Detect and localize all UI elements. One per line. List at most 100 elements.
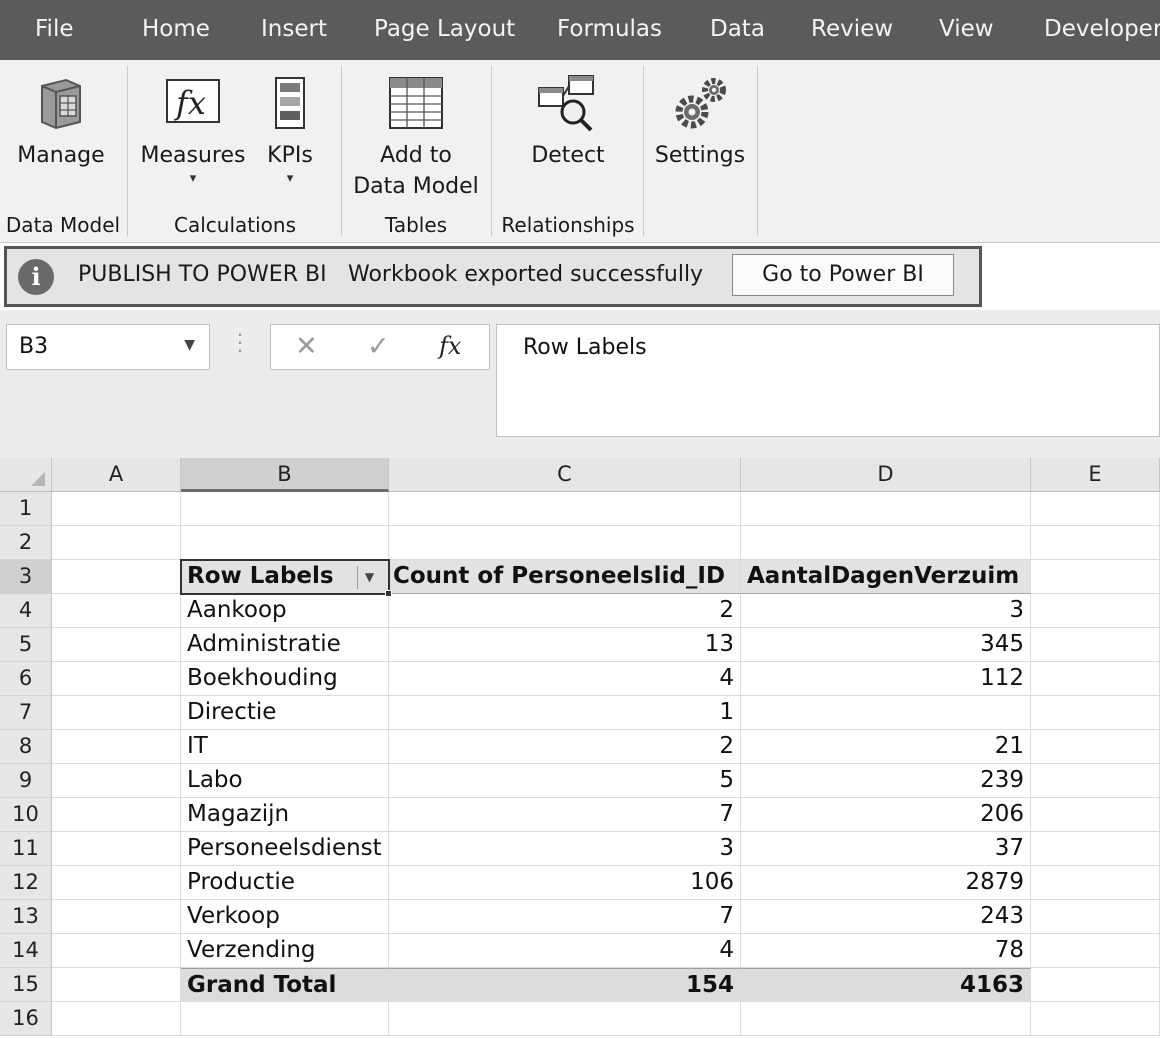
cell-e10[interactable] xyxy=(1031,798,1160,832)
row-header-10[interactable]: 10 xyxy=(0,798,52,832)
cell-c11[interactable]: 3 xyxy=(389,832,741,866)
cell-e2[interactable] xyxy=(1031,526,1160,560)
cell-a5[interactable] xyxy=(52,628,181,662)
settings-button[interactable]: Settings xyxy=(652,74,748,171)
row-header-13[interactable]: 13 xyxy=(0,900,52,934)
row-header-12[interactable]: 12 xyxy=(0,866,52,900)
cell-c12[interactable]: 106 xyxy=(389,866,741,900)
cell-c1[interactable] xyxy=(389,492,741,526)
name-box[interactable]: B3 ▼ xyxy=(6,324,210,370)
cell-b14[interactable]: Verzending xyxy=(181,934,389,968)
cell-a4[interactable] xyxy=(52,594,181,628)
row-header-4[interactable]: 4 xyxy=(0,594,52,628)
cell-c13[interactable]: 7 xyxy=(389,900,741,934)
cell-b13[interactable]: Verkoop xyxy=(181,900,389,934)
tab-insert[interactable]: Insert xyxy=(261,0,327,60)
cell-e3[interactable] xyxy=(1031,560,1160,594)
row-header-8[interactable]: 8 xyxy=(0,730,52,764)
cell-a16[interactable] xyxy=(52,1002,181,1036)
cell-d6[interactable]: 112 xyxy=(741,662,1031,696)
row-header-5[interactable]: 5 xyxy=(0,628,52,662)
row-header-9[interactable]: 9 xyxy=(0,764,52,798)
tab-page-layout[interactable]: Page Layout xyxy=(374,0,515,60)
tab-developer[interactable]: Developer xyxy=(1044,0,1160,60)
go-to-power-bi-button[interactable]: Go to Power BI xyxy=(732,254,954,296)
cell-e9[interactable] xyxy=(1031,764,1160,798)
cell-a8[interactable] xyxy=(52,730,181,764)
tab-review[interactable]: Review xyxy=(811,0,893,60)
cell-d3[interactable]: AantalDagenVerzuim xyxy=(741,560,1031,594)
row-header-16[interactable]: 16 xyxy=(0,1002,52,1036)
cell-b5[interactable]: Administratie xyxy=(181,628,389,662)
cell-d9[interactable]: 239 xyxy=(741,764,1031,798)
check-icon[interactable]: ✓ xyxy=(367,331,390,362)
detect-button[interactable]: Detect xyxy=(506,74,630,171)
cell-d13[interactable]: 243 xyxy=(741,900,1031,934)
cell-d10[interactable]: 206 xyxy=(741,798,1031,832)
cell-b2[interactable] xyxy=(181,526,389,560)
row-header-7[interactable]: 7 xyxy=(0,696,52,730)
measures-button[interactable]: fx Measures ▾ xyxy=(138,74,248,187)
cell-e12[interactable] xyxy=(1031,866,1160,900)
tab-view[interactable]: View xyxy=(939,0,994,60)
cell-d11[interactable]: 37 xyxy=(741,832,1031,866)
cell-e16[interactable] xyxy=(1031,1002,1160,1036)
column-header-b[interactable]: B xyxy=(181,458,389,492)
kpis-button[interactable]: KPIs ▾ xyxy=(256,74,324,187)
cell-e1[interactable] xyxy=(1031,492,1160,526)
cell-a12[interactable] xyxy=(52,866,181,900)
cell-d16[interactable] xyxy=(741,1002,1031,1036)
row-header-14[interactable]: 14 xyxy=(0,934,52,968)
row-header-11[interactable]: 11 xyxy=(0,832,52,866)
cell-a1[interactable] xyxy=(52,492,181,526)
cell-e5[interactable] xyxy=(1031,628,1160,662)
cell-d5[interactable]: 345 xyxy=(741,628,1031,662)
cell-a10[interactable] xyxy=(52,798,181,832)
column-header-c[interactable]: C xyxy=(389,458,741,492)
cell-e8[interactable] xyxy=(1031,730,1160,764)
cell-b1[interactable] xyxy=(181,492,389,526)
formula-input[interactable]: Row Labels xyxy=(496,324,1160,437)
cell-d4[interactable]: 3 xyxy=(741,594,1031,628)
cell-c6[interactable]: 4 xyxy=(389,662,741,696)
cell-e6[interactable] xyxy=(1031,662,1160,696)
cell-d1[interactable] xyxy=(741,492,1031,526)
cell-c9[interactable]: 5 xyxy=(389,764,741,798)
tab-data[interactable]: Data xyxy=(710,0,765,60)
select-all-corner[interactable] xyxy=(0,458,52,492)
cell-c7[interactable]: 1 xyxy=(389,696,741,730)
cell-e11[interactable] xyxy=(1031,832,1160,866)
row-header-1[interactable]: 1 xyxy=(0,492,52,526)
row-header-3[interactable]: 3 xyxy=(0,560,52,594)
tab-formulas[interactable]: Formulas xyxy=(557,0,662,60)
cell-b8[interactable]: IT xyxy=(181,730,389,764)
cell-a9[interactable] xyxy=(52,764,181,798)
column-header-d[interactable]: D xyxy=(741,458,1031,492)
column-header-e[interactable]: E xyxy=(1031,458,1160,492)
cancel-icon[interactable]: ✕ xyxy=(295,331,318,362)
cell-c8[interactable]: 2 xyxy=(389,730,741,764)
cell-b6[interactable]: Boekhouding xyxy=(181,662,389,696)
manage-button[interactable]: Manage xyxy=(6,74,116,171)
cell-c3[interactable]: Count of Personeelslid_ID xyxy=(389,560,741,594)
cell-b10[interactable]: Magazijn xyxy=(181,798,389,832)
cell-b16[interactable] xyxy=(181,1002,389,1036)
cell-e14[interactable] xyxy=(1031,934,1160,968)
row-header-6[interactable]: 6 xyxy=(0,662,52,696)
cell-b7[interactable]: Directie xyxy=(181,696,389,730)
cell-a11[interactable] xyxy=(52,832,181,866)
cell-e15[interactable] xyxy=(1031,968,1160,1002)
cell-a14[interactable] xyxy=(52,934,181,968)
cell-b12[interactable]: Productie xyxy=(181,866,389,900)
cell-d12[interactable]: 2879 xyxy=(741,866,1031,900)
cell-e4[interactable] xyxy=(1031,594,1160,628)
chevron-down-icon[interactable]: ▼ xyxy=(184,337,195,353)
cell-e7[interactable] xyxy=(1031,696,1160,730)
cell-c4[interactable]: 2 xyxy=(389,594,741,628)
tab-home[interactable]: Home xyxy=(142,0,210,60)
fill-handle[interactable] xyxy=(385,590,392,597)
drag-handle-icon[interactable]: · · · xyxy=(231,327,249,361)
cell-b9[interactable]: Labo xyxy=(181,764,389,798)
cell-a3[interactable] xyxy=(52,560,181,594)
cell-b11[interactable]: Personeelsdienst xyxy=(181,832,389,866)
